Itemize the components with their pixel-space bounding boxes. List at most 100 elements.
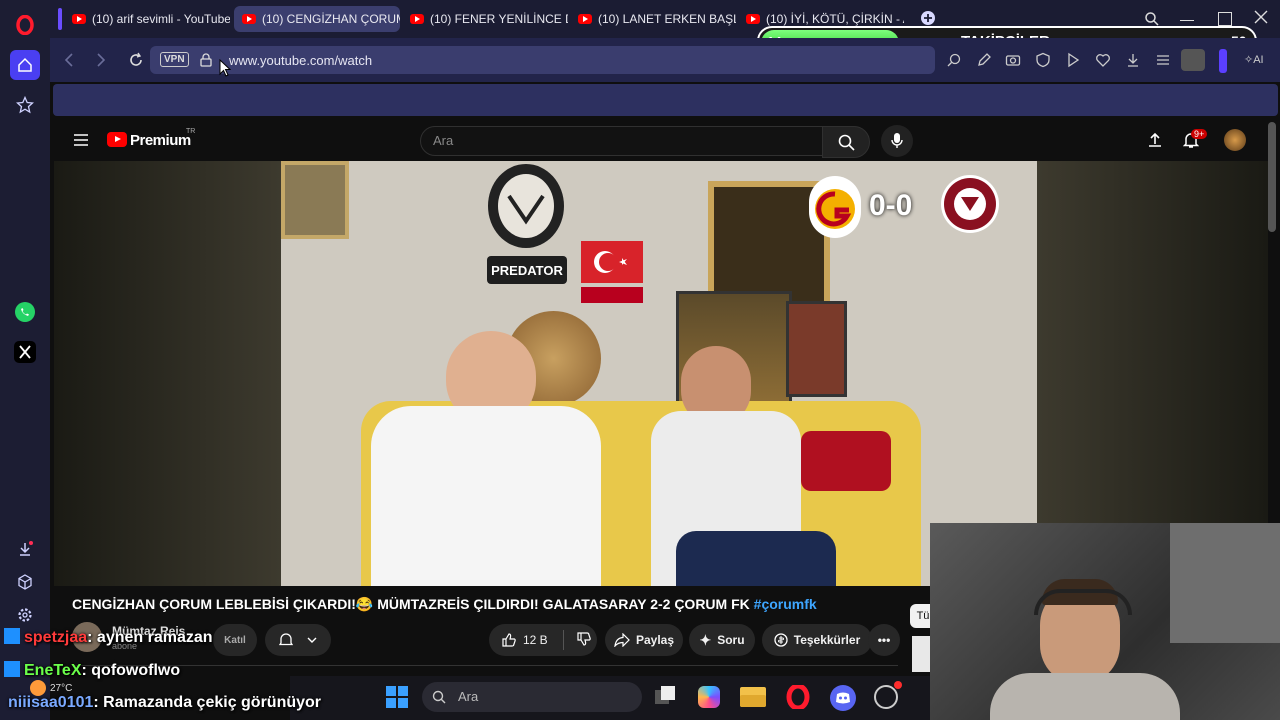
forward-icon[interactable] (96, 53, 106, 72)
maximize-icon[interactable] (1218, 12, 1232, 26)
opera-logo-icon[interactable] (10, 10, 40, 40)
sparkle-icon: ✦ (699, 631, 712, 648)
vpn-badge[interactable]: VPN (160, 52, 189, 67)
back-icon[interactable] (64, 53, 74, 72)
taskbar-search[interactable]: Ara (422, 682, 642, 712)
chat-message: spetzjaa: aynen ramazan (0, 628, 213, 647)
side-thumbnail[interactable] (912, 636, 930, 672)
sidebar-toggle[interactable] (1219, 49, 1227, 73)
heart-icon[interactable] (1095, 52, 1111, 73)
super-thanks-icon (774, 633, 788, 647)
opera-taskbar-icon[interactable] (786, 683, 810, 711)
shield-icon[interactable] (1035, 52, 1051, 73)
star-icon[interactable] (10, 90, 40, 120)
person-right-shorts (676, 531, 836, 586)
extensions-cube-icon[interactable] (10, 567, 40, 597)
share-button[interactable]: Paylaş (605, 624, 683, 656)
microphone-icon (891, 133, 903, 148)
search-placeholder: Ara (433, 133, 454, 148)
wall-frame-left (281, 161, 349, 239)
region-code: TR (186, 128, 196, 135)
discord-icon[interactable] (830, 685, 856, 711)
youtube-logo-icon[interactable] (107, 132, 127, 147)
settings-gear-icon[interactable] (10, 600, 40, 630)
small-painting (786, 301, 847, 397)
easy-setup-icon[interactable] (1155, 52, 1171, 73)
divider (72, 665, 898, 666)
hamburger-menu-icon[interactable] (73, 133, 89, 152)
minimize-icon[interactable] (1180, 10, 1194, 26)
video-frame[interactable]: PREDATOR 0-0 (281, 161, 1037, 586)
youtube-favicon-icon (242, 14, 256, 24)
video-hashtag[interactable]: #çorumfk (754, 596, 817, 612)
youtube-favicon-icon (746, 14, 760, 24)
play-icon[interactable] (1065, 52, 1081, 73)
youtube-search-input[interactable]: Ara (420, 126, 824, 156)
tab-island-marker (58, 8, 62, 30)
ask-button[interactable]: ✦ Soru (689, 624, 755, 656)
voice-search-button[interactable] (881, 125, 913, 157)
match-score: 0-0 (869, 189, 913, 222)
thumbs-down-icon (577, 631, 591, 646)
like-button[interactable]: 12 B (489, 632, 563, 648)
opera-sidebar (0, 0, 50, 720)
windows-start-icon[interactable] (386, 686, 408, 713)
svg-text:PREDATOR: PREDATOR (491, 263, 563, 278)
webcam-shelf (1170, 523, 1280, 643)
new-tab-plus-icon[interactable] (920, 10, 936, 26)
download-icon[interactable] (1125, 52, 1141, 73)
more-actions-button[interactable]: ••• (868, 624, 900, 656)
tab-arif-sevimli[interactable]: (10) arif sevimli - YouTube (64, 6, 230, 32)
url-bar[interactable]: VPN www.youtube.com/watch (150, 46, 935, 74)
twitch-badge-icon (4, 661, 20, 677)
profile-avatar[interactable] (1181, 49, 1205, 71)
dislike-button[interactable] (564, 631, 592, 650)
webcam-feed (930, 523, 1280, 720)
predator-energy-poster: PREDATOR (479, 161, 574, 301)
reload-icon[interactable] (128, 52, 144, 73)
file-explorer-icon[interactable] (740, 687, 766, 707)
x-twitter-icon[interactable] (10, 337, 40, 367)
chat-message: niiisaa0101: Ramazanda çekiç görünüyor (8, 694, 322, 711)
task-view-icon[interactable] (655, 686, 677, 706)
ambient-left (54, 161, 281, 586)
bookmarks-bar (53, 84, 1278, 116)
edit-icon[interactable] (976, 52, 992, 73)
search-icon (838, 134, 855, 151)
search-tool-icon[interactable] (946, 52, 962, 73)
youtube-premium-logo[interactable]: Premium (130, 132, 191, 149)
galatasaray-crest (809, 176, 861, 238)
mouse-cursor-icon (219, 58, 232, 82)
home-icon[interactable] (10, 50, 40, 80)
headphones-icon (1034, 589, 1132, 615)
lock-icon[interactable] (200, 53, 212, 72)
youtube-favicon-icon (410, 14, 424, 24)
video-title: CENGİZHAN ÇORUM LEBLEBİSİ ÇIKARDI!😂 MÜMT… (72, 596, 817, 612)
twitch-badge-icon (4, 628, 20, 644)
copilot-icon[interactable] (698, 686, 720, 708)
tab-cengizhan-corum[interactable]: (10) CENGİZHAN ÇORUM (234, 6, 400, 32)
join-button[interactable]: Katıl (213, 624, 257, 656)
notification-count-badge: 9+ (1191, 129, 1208, 139)
thumbs-up-icon (502, 633, 516, 647)
tab-lanet-erken[interactable]: (10) LANET ERKEN BAŞLA (570, 6, 736, 32)
ai-button[interactable]: ✧AI (1244, 53, 1264, 66)
obs-icon[interactable] (874, 681, 902, 709)
windows-taskbar: Ara (290, 676, 930, 720)
tab-fener-yenilince[interactable]: (10) FENER YENİLİNCE DÜ (402, 6, 568, 32)
taskbar-search-icon (432, 690, 446, 704)
whatsapp-icon[interactable] (10, 297, 40, 327)
thanks-button[interactable]: Teşekkürler (762, 624, 872, 656)
youtube-favicon-icon (72, 14, 86, 24)
subscribed-bell-button[interactable] (265, 624, 331, 656)
downloads-icon[interactable] (10, 534, 40, 564)
bell-icon (279, 633, 293, 646)
turkish-flag (581, 241, 643, 283)
page-scrollbar[interactable] (1268, 122, 1276, 232)
close-window-icon[interactable] (1254, 10, 1268, 29)
camera-icon[interactable] (1005, 52, 1021, 73)
upload-icon[interactable] (1147, 132, 1163, 153)
url-text[interactable]: www.youtube.com/watch (229, 53, 372, 68)
account-avatar[interactable] (1224, 129, 1246, 151)
youtube-search-button[interactable] (822, 126, 870, 158)
